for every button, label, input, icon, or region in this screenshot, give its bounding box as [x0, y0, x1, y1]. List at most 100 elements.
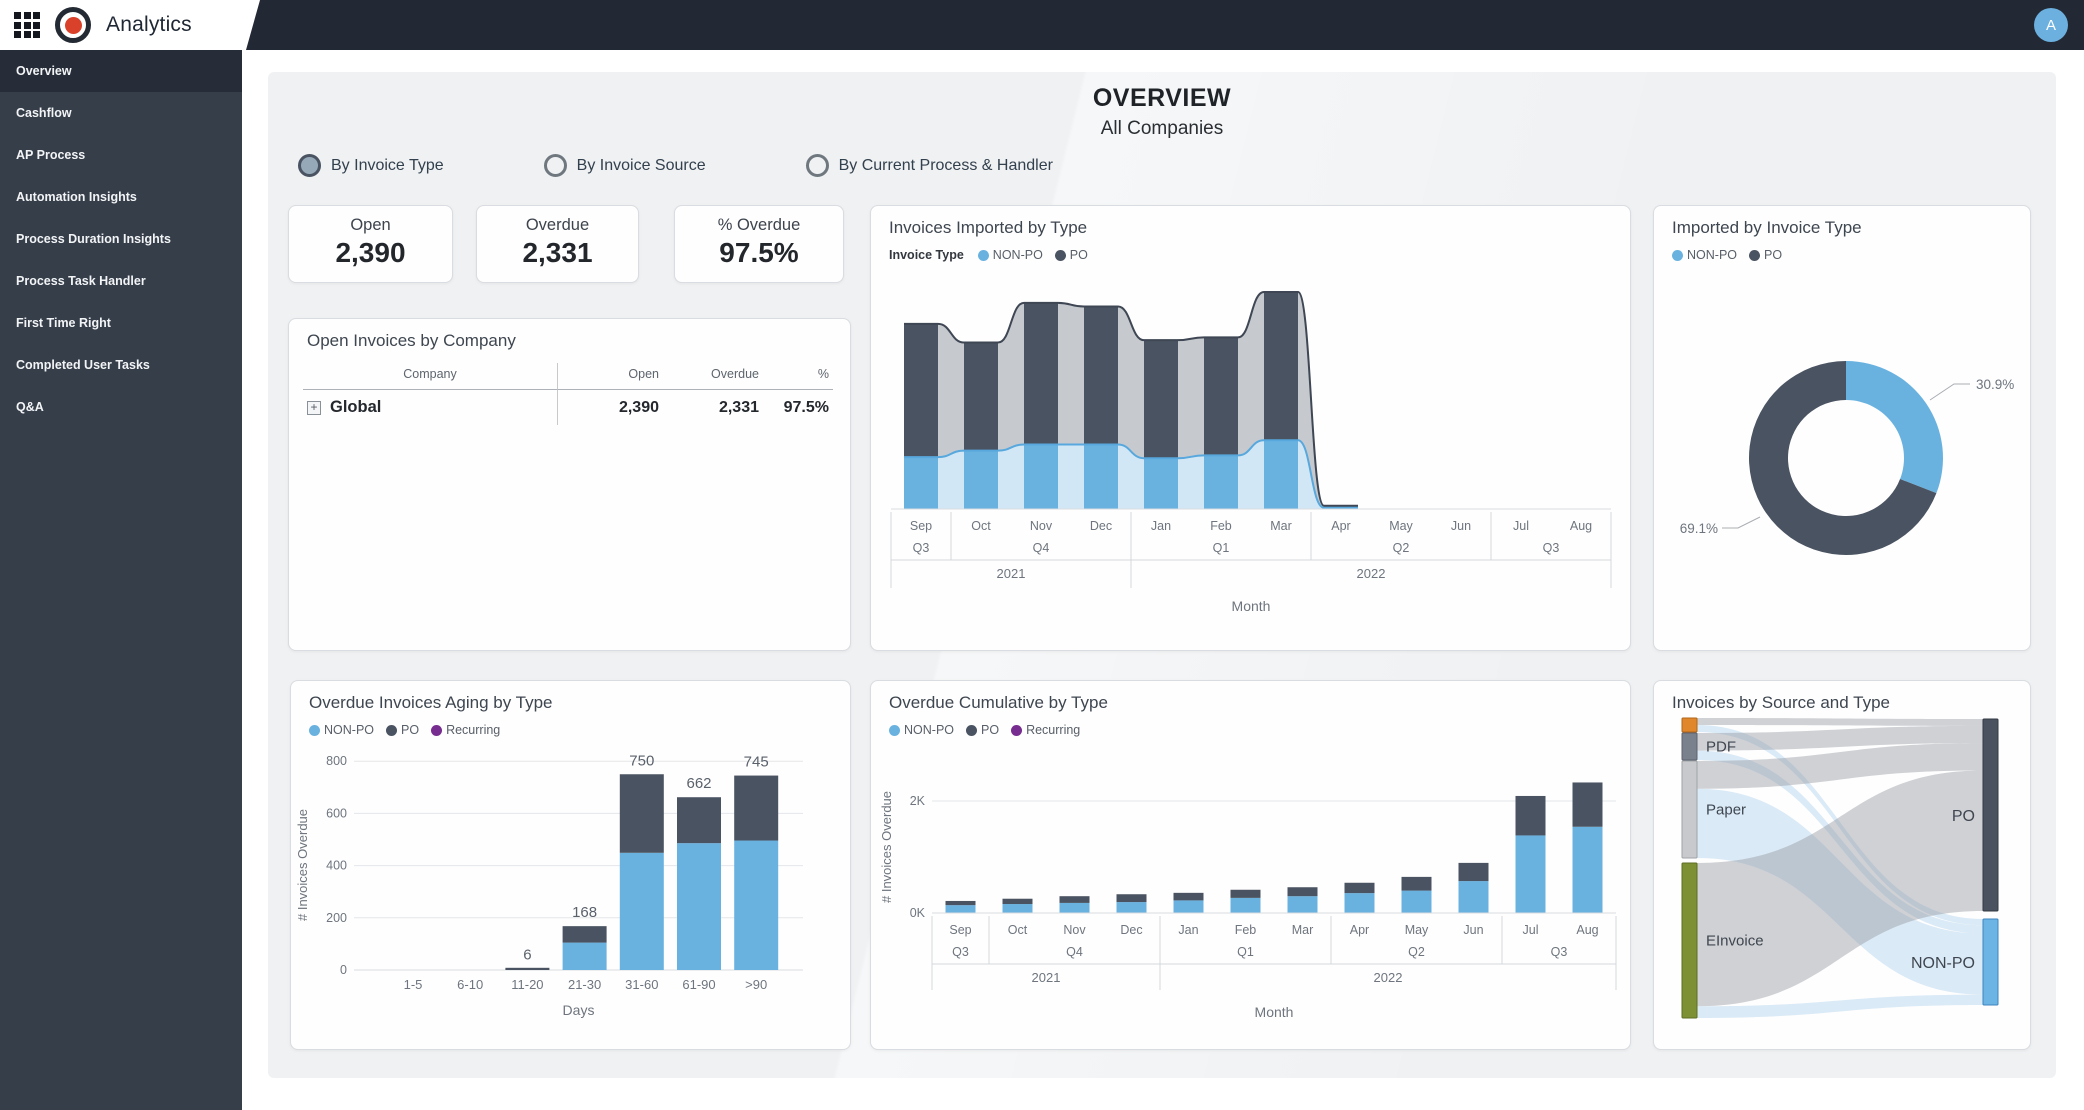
svg-text:Dec: Dec: [1090, 519, 1112, 533]
legend-item-recurring[interactable]: Recurring: [431, 723, 500, 737]
svg-text:PO: PO: [1952, 808, 1975, 825]
legend: NON-PO PO Recurring: [291, 713, 850, 737]
legend-label: PO: [1764, 248, 1782, 262]
invoices-imported-ribbon-chart[interactable]: SepOctNovDecJanFebMarAprMayJunJulAugQ3Q4…: [871, 262, 1630, 630]
sidebar-item-process-duration-insights[interactable]: Process Duration Insights: [0, 218, 242, 260]
invoices-by-source-and-type-card: Invoices by Source and Type PDFPaperEInv…: [1653, 680, 2031, 1050]
svg-text:Sep: Sep: [910, 519, 932, 533]
svg-text:750: 750: [629, 752, 654, 769]
svg-text:800: 800: [326, 754, 347, 768]
svg-text:Aug: Aug: [1576, 923, 1598, 937]
col-company[interactable]: Company: [303, 363, 558, 390]
page-title: OVERVIEW: [268, 84, 2056, 113]
open-invoices-by-company-card: Open Invoices by Company Company Open Ov…: [288, 318, 851, 651]
user-avatar[interactable]: A: [2034, 8, 2068, 42]
legend-item-non-po[interactable]: NON-PO: [889, 723, 954, 737]
source-type-sankey-chart[interactable]: PDFPaperEInvoicePONON-PO: [1654, 713, 2030, 1035]
svg-text:1-5: 1-5: [404, 977, 423, 992]
svg-text:0: 0: [340, 963, 347, 977]
svg-text:Days: Days: [563, 1002, 595, 1018]
svg-text:Aug: Aug: [1570, 519, 1592, 533]
radio-icon[interactable]: [544, 154, 567, 177]
legend-dot-icon: [966, 725, 977, 736]
overdue-aging-chart[interactable]: 02004006008001-56-10611-2016821-3075031-…: [291, 737, 850, 1033]
svg-text:Month: Month: [1232, 598, 1271, 614]
view-filters: By Invoice Type By Invoice Source By Curre…: [298, 154, 1053, 177]
sidebar-item-first-time-right[interactable]: First Time Right: [0, 302, 242, 344]
legend-item-non-po[interactable]: NON-PO: [978, 248, 1043, 262]
col-open[interactable]: Open: [558, 363, 663, 390]
legend-dot-icon: [1749, 250, 1760, 261]
svg-text:2021: 2021: [997, 566, 1026, 581]
svg-text:745: 745: [744, 754, 769, 771]
svg-text:Apr: Apr: [1331, 519, 1350, 533]
legend: NON-PO PO: [1654, 238, 2030, 262]
svg-text:2022: 2022: [1357, 566, 1386, 581]
kpi-value: 97.5%: [675, 237, 843, 269]
col-pct[interactable]: %: [763, 363, 833, 390]
svg-text:Nov: Nov: [1063, 923, 1086, 937]
svg-text:Q3: Q3: [913, 541, 930, 555]
legend-item-non-po[interactable]: NON-PO: [309, 723, 374, 737]
chart-title: Invoices by Source and Type: [1654, 681, 2030, 713]
sidebar-item-cashflow[interactable]: Cashflow: [0, 92, 242, 134]
legend-item-non-po[interactable]: NON-PO: [1672, 248, 1737, 262]
svg-text:200: 200: [326, 911, 347, 925]
imported-donut-chart[interactable]: 30.9%69.1%: [1654, 262, 2030, 612]
radio-icon[interactable]: [298, 154, 321, 177]
svg-text:>90: >90: [745, 977, 767, 992]
app-launcher-icon[interactable]: [14, 12, 40, 38]
legend-dot-icon: [889, 725, 900, 736]
company-cell: Global: [303, 390, 558, 425]
legend: Invoice Type NON-PO PO: [871, 238, 1630, 262]
overdue-cumulative-card: Overdue Cumulative by Type NON-POPORecur…: [870, 680, 1631, 1050]
legend-item-recurring[interactable]: Recurring: [1011, 723, 1080, 737]
filter-radio-by-invoice-type[interactable]: By Invoice Type: [298, 154, 444, 177]
legend-label: PO: [1070, 248, 1088, 262]
chart-title: Invoices Imported by Type: [871, 206, 1630, 238]
legend-label: NON-PO: [1687, 248, 1737, 262]
pct-cell: 97.5%: [763, 391, 833, 425]
topbar: Analytics A: [0, 0, 2084, 50]
svg-text:Jan: Jan: [1178, 923, 1198, 937]
sidebar-item-automation-insights[interactable]: Automation Insights: [0, 176, 242, 218]
svg-text:2K: 2K: [910, 794, 926, 808]
chart-title: Overdue Invoices Aging by Type: [291, 681, 850, 713]
legend-label: NON-PO: [904, 723, 954, 737]
svg-text:Jun: Jun: [1463, 923, 1483, 937]
radio-icon[interactable]: [806, 154, 829, 177]
overdue-cell: 2,331: [663, 391, 763, 425]
svg-text:Sep: Sep: [949, 923, 971, 937]
kpi-label: % Overdue: [675, 216, 843, 235]
svg-text:Dec: Dec: [1120, 923, 1142, 937]
imported-by-invoice-type-card: Imported by Invoice Type NON-POPO 30.9%6…: [1653, 205, 2031, 651]
overdue-aging-card: Overdue Invoices Aging by Type NON-PO PO R…: [290, 680, 851, 1050]
filter-radio-by-invoice-source[interactable]: By Invoice Source: [544, 154, 706, 177]
svg-text:168: 168: [572, 904, 597, 921]
company-table: Company Open Overdue % Global 2,390 2,33…: [303, 363, 836, 425]
table-row[interactable]: Global 2,390 2,331 97.5%: [303, 390, 836, 425]
legend-item-po[interactable]: PO: [386, 723, 419, 737]
legend-label: NON-PO: [324, 723, 374, 737]
legend-item-po[interactable]: PO: [1055, 248, 1088, 262]
legend-item-po[interactable]: PO: [1749, 248, 1782, 262]
sidebar-item-ap-process[interactable]: AP Process: [0, 134, 242, 176]
sidebar-item-q-a[interactable]: Q&A: [0, 386, 242, 428]
table-title: Open Invoices by Company: [289, 319, 850, 351]
svg-text:6-10: 6-10: [457, 977, 483, 992]
sidebar-item-completed-user-tasks[interactable]: Completed User Tasks: [0, 344, 242, 386]
filter-radio-by-current-process-handler[interactable]: By Current Process & Handler: [806, 154, 1053, 177]
expand-row-icon[interactable]: [307, 401, 321, 415]
sidebar-nav: OverviewCashflowAP ProcessAutomation Ins…: [0, 50, 242, 1110]
legend-item-po[interactable]: PO: [966, 723, 999, 737]
col-overdue[interactable]: Overdue: [663, 363, 763, 390]
legend-dot-icon: [386, 725, 397, 736]
sidebar-item-overview[interactable]: Overview: [0, 50, 242, 92]
svg-text:2021: 2021: [1032, 970, 1061, 985]
sidebar-item-process-task-handler[interactable]: Process Task Handler: [0, 260, 242, 302]
svg-text:Q4: Q4: [1033, 541, 1050, 555]
legend-dot-icon: [1011, 725, 1022, 736]
legend-title: Invoice Type: [889, 248, 964, 262]
kpi-card-open: Open2,390: [288, 205, 453, 283]
overdue-cumulative-chart[interactable]: 2K0KSepOctNovDecJanFebMarAprMayJunJulAug…: [871, 737, 1630, 1033]
